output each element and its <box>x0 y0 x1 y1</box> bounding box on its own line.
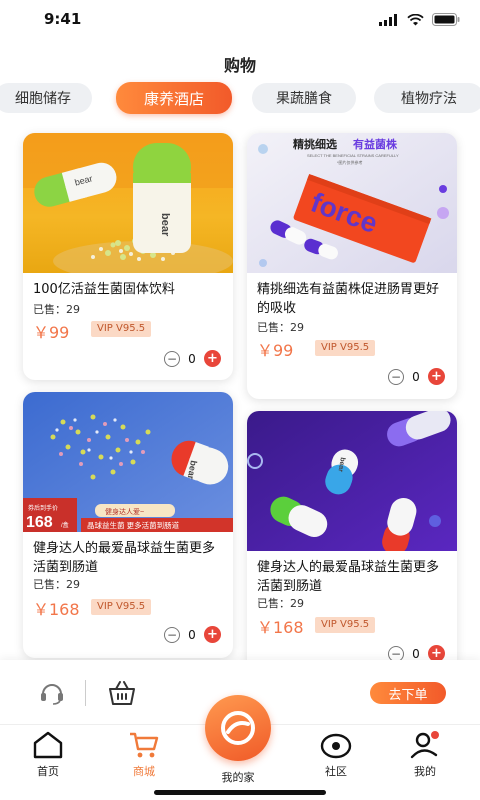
vip-price-badge: VIP V95.5 <box>91 599 152 615</box>
product-card[interactable]: bear 健身达人的最爱晶球益生菌更多活菌到肠道 已售：29 ￥168 VIP … <box>247 411 457 671</box>
home-indicator <box>154 790 326 795</box>
community-icon <box>320 733 352 759</box>
product-name: 健身达人的最爱晶球益生菌更多活菌到肠道 <box>257 560 440 594</box>
page-title: 购物 <box>223 56 256 75</box>
customer-service-icon[interactable] <box>38 680 66 706</box>
note-text: *图片仅供参考 <box>337 159 363 165</box>
sold-count: 已售：29 <box>257 597 304 610</box>
tab-label: 首页 <box>37 765 59 778</box>
cart-icon <box>130 732 159 758</box>
product-image: bear bear <box>23 133 233 273</box>
tab-profile[interactable]: 我的 <box>390 731 460 779</box>
quantity-value: 0 <box>412 369 420 384</box>
tab-label: 我的 <box>414 765 436 778</box>
increase-button[interactable]: + <box>204 350 221 367</box>
checkout-button[interactable]: 去下单 <box>370 682 446 704</box>
quantity-stepper: − 0 + <box>164 350 221 367</box>
category-label: 细胞储存 <box>15 91 71 107</box>
decrease-button[interactable]: − <box>164 626 180 643</box>
subtitle-text: SELECT THE BENEFICIAL STRAINS CAREFULLY <box>307 153 399 158</box>
tab-home[interactable]: 首页 <box>13 731 83 779</box>
decrease-button[interactable]: − <box>388 368 404 385</box>
signal-icon <box>379 13 397 26</box>
quantity-value: 0 <box>412 646 420 661</box>
product-name: 100亿活益生菌固体饮料 <box>33 282 175 297</box>
category-label: 康养酒店 <box>143 89 204 108</box>
product-name: 健身达人的最爱晶球益生菌更多活菌到肠道 <box>33 541 216 575</box>
profile-icon <box>410 731 439 759</box>
promo-price: 168 <box>26 514 53 531</box>
bottom-tab-bar: 首页 商城 我的家 社区 我的 <box>0 695 480 800</box>
home-icon <box>33 731 63 759</box>
tab-label: 社区 <box>325 765 347 778</box>
category-label: 果蔬膳食 <box>276 91 332 107</box>
tab-label: 我的家 <box>221 771 255 784</box>
my-home-center-button[interactable] <box>205 695 271 761</box>
product-card[interactable]: bear 券后到手价 168 /盒 健身达人爱~ 晶球益生菌 更多活菌到肠道 健… <box>23 392 233 658</box>
quantity-value: 0 <box>188 351 196 366</box>
sold-count: 已售：29 <box>33 578 80 591</box>
status-time: 9:41 <box>44 10 82 28</box>
product-image: bear <box>247 411 457 551</box>
battery-icon <box>432 13 460 26</box>
product-price: ￥99 <box>257 341 294 360</box>
product-image: 精挑细选 有益菌株 SELECT THE BENEFICIAL STRAINS … <box>247 133 457 273</box>
sold-count: 已售：29 <box>33 303 80 316</box>
headline-accent-text: 有益菌株 <box>353 137 398 151</box>
category-tab-cell-storage[interactable]: 细胞储存 <box>0 83 92 113</box>
promo-label: 券后到手价 <box>28 504 58 512</box>
category-label: 植物疗法 <box>401 91 457 107</box>
basket-icon[interactable] <box>108 680 136 706</box>
tab-community[interactable]: 社区 <box>301 731 371 779</box>
product-name: 精挑细选有益菌株促进肠胃更好的吸收 <box>257 282 440 316</box>
promo-unit: /盒 <box>61 521 69 529</box>
quantity-value: 0 <box>188 627 196 642</box>
vip-price-badge: VIP V95.5 <box>315 617 376 633</box>
tab-my-home[interactable]: 我的家 <box>203 765 273 785</box>
quantity-stepper: − 0 + <box>164 626 221 643</box>
status-bar: 9:41 <box>0 0 480 40</box>
product-price: ￥99 <box>33 323 70 342</box>
tab-label: 商城 <box>133 765 155 778</box>
category-tab-plant-therapy[interactable]: 植物疗法 <box>374 83 480 113</box>
category-tab-wellness-hotel[interactable]: 康养酒店 <box>116 82 232 114</box>
quantity-stepper: − 0 + <box>388 368 445 385</box>
divider <box>85 680 86 706</box>
status-icons <box>379 13 460 26</box>
increase-button[interactable]: + <box>204 626 221 643</box>
product-card[interactable]: bear bear 100亿活益生菌固体饮料 已售：29 ￥99 VIP V95… <box>23 133 233 380</box>
ribbon-bottom-text: 晶球益生菌 更多活菌到肠道 <box>87 520 180 530</box>
ribbon-top-text: 健身达人爱~ <box>105 507 144 516</box>
vip-price-badge: VIP V95.5 <box>91 321 152 337</box>
wifi-icon <box>407 13 424 25</box>
headline-text: 精挑细选 <box>293 137 337 151</box>
sold-count: 已售：29 <box>257 321 304 334</box>
product-card[interactable]: 精挑细选 有益菌株 SELECT THE BENEFICIAL STRAINS … <box>247 133 457 399</box>
category-tabs: 细胞储存 康养酒店 果蔬膳食 植物疗法 <box>0 80 480 116</box>
product-image: bear 券后到手价 168 /盒 健身达人爱~ 晶球益生菌 更多活菌到肠道 <box>23 392 233 532</box>
family-icon <box>221 711 255 745</box>
brand-text: bear <box>159 213 171 237</box>
vip-price-badge: VIP V95.5 <box>315 340 376 356</box>
tab-mall[interactable]: 商城 <box>109 731 179 779</box>
decrease-button[interactable]: − <box>164 350 180 367</box>
increase-button[interactable]: + <box>428 368 445 385</box>
product-price: ￥168 <box>33 600 80 619</box>
product-price: ￥168 <box>257 618 304 637</box>
category-tab-fruit-veg[interactable]: 果蔬膳食 <box>252 83 356 113</box>
